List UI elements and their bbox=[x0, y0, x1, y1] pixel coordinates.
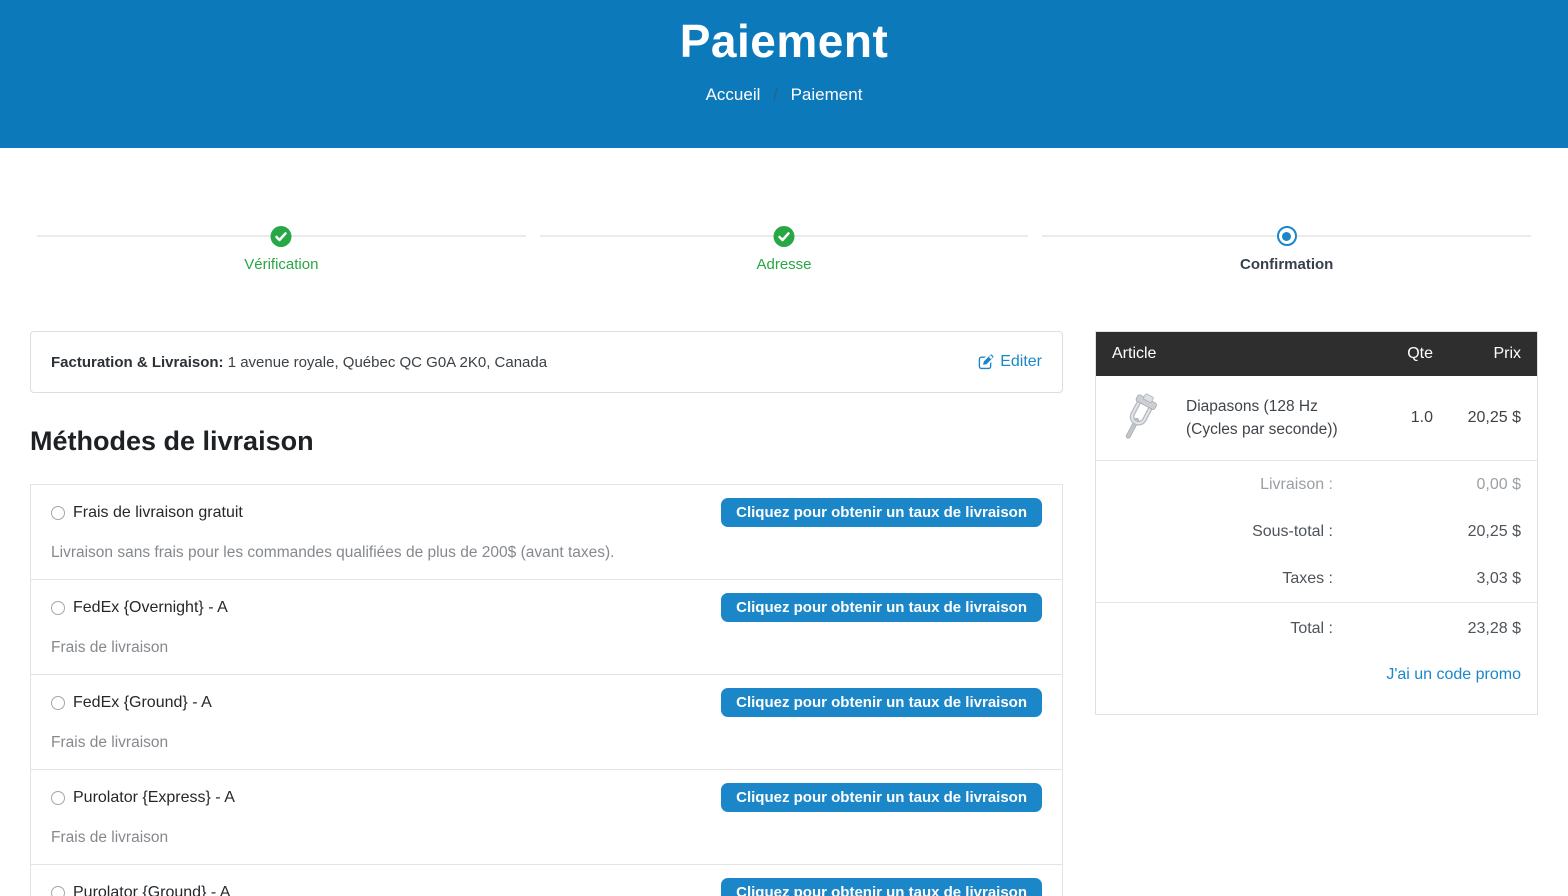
step-track bbox=[37, 226, 526, 247]
get-rate-button[interactable]: Cliquez pour obtenir un taux de livraiso… bbox=[721, 878, 1042, 896]
get-rate-button[interactable]: Cliquez pour obtenir un taux de livraiso… bbox=[721, 593, 1042, 622]
promo-code-link[interactable]: J'ai un code promo bbox=[1386, 666, 1521, 683]
billing-shipping-bar: Facturation & Livraison: 1 avenue royale… bbox=[30, 331, 1063, 393]
shipping-option-purolator-express: Purolator {Express} - A Cliquez pour obt… bbox=[31, 769, 1062, 864]
summary-value: 3,03 $ bbox=[1333, 570, 1521, 588]
order-summary-column: Article Qte Prix bbox=[1095, 331, 1538, 715]
billing-shipping-text: Facturation & Livraison: 1 avenue royale… bbox=[51, 354, 547, 371]
shipping-option-description: Livraison sans frais pour les commandes … bbox=[51, 544, 1042, 562]
step-adresse: Adresse bbox=[533, 226, 1036, 273]
column-header-article: Article bbox=[1112, 345, 1369, 363]
order-summary-header: Article Qte Prix bbox=[1096, 332, 1537, 376]
shipping-option-head: Purolator {Ground} - A Cliquez pour obte… bbox=[51, 878, 1042, 896]
total-label: Total : bbox=[1112, 620, 1333, 638]
shipping-option-head: Purolator {Express} - A Cliquez pour obt… bbox=[51, 783, 1042, 812]
edit-address-link[interactable]: Editer bbox=[978, 353, 1042, 371]
shipping-option-head: FedEx {Overnight} - A Cliquez pour obten… bbox=[51, 593, 1042, 622]
shipping-option-head: Frais de livraison gratuit Cliquez pour … bbox=[51, 498, 1042, 527]
edit-pencil-icon bbox=[978, 354, 994, 370]
check-circle-icon bbox=[271, 226, 292, 247]
shipping-option-description: Frais de livraison bbox=[51, 639, 1042, 657]
summary-value: 0,00 $ bbox=[1333, 476, 1521, 494]
main-row: Facturation & Livraison: 1 avenue royale… bbox=[30, 331, 1538, 896]
page-header: Paiement Accueil / Paiement bbox=[0, 0, 1568, 148]
shipping-option-name: Purolator {Express} - A bbox=[73, 789, 235, 807]
promo-row: J'ai un code promo bbox=[1096, 652, 1537, 714]
check-circle-icon bbox=[774, 226, 795, 247]
billing-shipping-label: Facturation & Livraison: bbox=[51, 354, 224, 371]
get-rate-button[interactable]: Cliquez pour obtenir un taux de livraiso… bbox=[721, 783, 1042, 812]
summary-row-shipping: Livraison : 0,00 $ bbox=[1096, 461, 1537, 508]
breadcrumb: Accueil / Paiement bbox=[0, 85, 1568, 105]
order-item-price: 20,25 $ bbox=[1433, 409, 1521, 427]
shipping-option-radio-label[interactable]: Purolator {Ground} - A bbox=[51, 884, 230, 896]
radio-button-icon[interactable] bbox=[51, 886, 65, 896]
shipping-option-name: FedEx {Overnight} - A bbox=[73, 599, 228, 617]
summary-label: Taxes : bbox=[1112, 570, 1333, 588]
shipping-option-free: Frais de livraison gratuit Cliquez pour … bbox=[31, 485, 1062, 579]
checkout-stepper: Vérification Adresse Confirm bbox=[30, 226, 1538, 273]
edit-address-label: Editer bbox=[1000, 353, 1042, 371]
radio-button-icon[interactable] bbox=[51, 506, 65, 520]
get-rate-button[interactable]: Cliquez pour obtenir un taux de livraiso… bbox=[721, 498, 1042, 527]
checkout-page: Paiement Accueil / Paiement Vérification bbox=[0, 0, 1568, 896]
step-track bbox=[540, 226, 1029, 247]
order-item-name: Diapasons (128 Hz (Cycles par seconde)) bbox=[1168, 395, 1369, 442]
radio-button-icon[interactable] bbox=[51, 601, 65, 615]
breadcrumb-separator: / bbox=[773, 85, 778, 104]
step-track bbox=[1042, 226, 1531, 247]
content-container: Vérification Adresse Confirm bbox=[0, 226, 1568, 896]
step-label-confirmation: Confirmation bbox=[1042, 256, 1531, 273]
order-summary-panel: Article Qte Prix bbox=[1095, 331, 1538, 715]
column-header-qty: Qte bbox=[1369, 345, 1433, 363]
summary-value: 20,25 $ bbox=[1333, 523, 1521, 541]
radio-button-icon[interactable] bbox=[51, 791, 65, 805]
breadcrumb-home-link[interactable]: Accueil bbox=[706, 85, 761, 104]
shipping-option-purolator-ground: Purolator {Ground} - A Cliquez pour obte… bbox=[31, 864, 1062, 896]
shipping-column: Facturation & Livraison: 1 avenue royale… bbox=[30, 331, 1063, 896]
shipping-option-description: Frais de livraison bbox=[51, 734, 1042, 752]
breadcrumb-current: Paiement bbox=[791, 85, 863, 104]
order-item-row: Diapasons (128 Hz (Cycles par seconde)) … bbox=[1096, 376, 1537, 461]
shipping-option-name: Purolator {Ground} - A bbox=[73, 884, 230, 896]
get-rate-button[interactable]: Cliquez pour obtenir un taux de livraiso… bbox=[721, 688, 1042, 717]
summary-label: Livraison : bbox=[1112, 476, 1333, 494]
order-item-qty: 1.0 bbox=[1369, 409, 1433, 427]
page-title: Paiement bbox=[0, 14, 1568, 68]
radio-button-icon[interactable] bbox=[51, 696, 65, 710]
shipping-option-radio-label[interactable]: FedEx {Overnight} - A bbox=[51, 599, 228, 617]
summary-row-total: Total : 23,28 $ bbox=[1096, 602, 1537, 652]
shipping-option-name: FedEx {Ground} - A bbox=[73, 694, 212, 712]
shipping-methods-heading: Méthodes de livraison bbox=[30, 426, 1063, 457]
billing-shipping-address: 1 avenue royale, Québec QC G0A 2K0, Cana… bbox=[228, 354, 547, 371]
summary-row-taxes: Taxes : 3,03 $ bbox=[1096, 555, 1537, 602]
column-header-price: Prix bbox=[1433, 345, 1521, 363]
shipping-option-radio-label[interactable]: Frais de livraison gratuit bbox=[51, 504, 243, 522]
step-label-verification: Vérification bbox=[37, 256, 526, 273]
shipping-option-description: Frais de livraison bbox=[51, 829, 1042, 847]
summary-label: Sous-total : bbox=[1112, 523, 1333, 541]
summary-row-subtotal: Sous-total : 20,25 $ bbox=[1096, 508, 1537, 555]
tuning-fork-image bbox=[1112, 389, 1168, 447]
shipping-options-list: Frais de livraison gratuit Cliquez pour … bbox=[30, 484, 1063, 896]
shipping-option-radio-label[interactable]: FedEx {Ground} - A bbox=[51, 694, 212, 712]
shipping-option-fedex-overnight: FedEx {Overnight} - A Cliquez pour obten… bbox=[31, 579, 1062, 674]
shipping-option-head: FedEx {Ground} - A Cliquez pour obtenir … bbox=[51, 688, 1042, 717]
radio-dot-icon bbox=[1277, 226, 1297, 246]
step-label-adresse: Adresse bbox=[540, 256, 1029, 273]
shipping-option-fedex-ground: FedEx {Ground} - A Cliquez pour obtenir … bbox=[31, 674, 1062, 769]
shipping-option-name: Frais de livraison gratuit bbox=[73, 504, 243, 522]
shipping-option-radio-label[interactable]: Purolator {Express} - A bbox=[51, 789, 235, 807]
total-value: 23,28 $ bbox=[1333, 620, 1521, 638]
step-confirmation: Confirmation bbox=[1035, 226, 1538, 273]
step-verification: Vérification bbox=[30, 226, 533, 273]
